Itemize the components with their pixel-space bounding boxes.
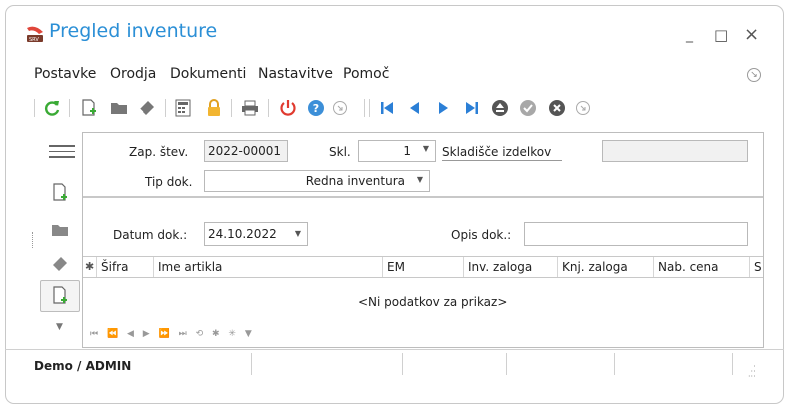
- col-sifra[interactable]: Šifra: [97, 257, 154, 277]
- opis-label: Opis dok.:: [451, 228, 512, 242]
- close-button[interactable]: ×: [744, 24, 759, 45]
- last-record-icon[interactable]: [461, 96, 483, 120]
- tip-select[interactable]: Redna inventura ▼: [204, 170, 430, 192]
- datum-label: Datum dok.:: [113, 228, 188, 242]
- zap-field[interactable]: 2022-00001: [204, 140, 288, 162]
- col-nab-cena[interactable]: Nab. cena: [654, 257, 750, 277]
- prev-record-icon[interactable]: [404, 96, 426, 120]
- chevron-down-icon: ▼: [294, 229, 301, 238]
- svg-text:?: ?: [313, 102, 319, 115]
- zap-label: Zap. štev.: [129, 145, 189, 159]
- help-icon[interactable]: ?: [305, 96, 327, 120]
- collapse-ribbon-icon[interactable]: ↘: [747, 68, 761, 82]
- print-icon[interactable]: [239, 96, 261, 120]
- folder-icon[interactable]: [51, 222, 69, 242]
- tip-label: Tip dok.: [145, 175, 193, 189]
- col-em[interactable]: EM: [383, 257, 464, 277]
- menu-pomoc[interactable]: Pomoč: [343, 66, 389, 82]
- opis-field[interactable]: [524, 222, 748, 246]
- col-knj-zaloga[interactable]: Knj. zaloga: [558, 257, 654, 277]
- chevron-down-icon[interactable]: ▼: [56, 322, 63, 332]
- skl-name: Skladišče izdelkov: [442, 145, 562, 161]
- col-ime-artikla[interactable]: Ime artikla: [154, 257, 383, 277]
- cancel-icon[interactable]: [546, 96, 568, 120]
- maximize-button[interactable]: □: [714, 26, 728, 44]
- new-doc-icon[interactable]: [52, 183, 68, 207]
- menu-dokumenti[interactable]: Dokumenti: [170, 66, 246, 82]
- refresh-icon[interactable]: [41, 96, 63, 120]
- new-doc-icon[interactable]: [79, 96, 99, 120]
- col-s[interactable]: S: [750, 257, 763, 277]
- empty-grid-text: <Ni podatkov za prikaz>: [358, 295, 508, 309]
- lock-icon[interactable]: [203, 96, 225, 120]
- window-title: Pregled inventure: [49, 20, 218, 42]
- skl-select[interactable]: 1 ▼: [358, 140, 436, 162]
- eraser-icon[interactable]: [136, 96, 158, 120]
- first-record-icon[interactable]: [376, 96, 398, 120]
- menu-nastavitve[interactable]: Nastavitve: [258, 66, 333, 82]
- skl-extra-field[interactable]: [602, 140, 748, 162]
- eject-icon[interactable]: [489, 96, 511, 120]
- hamburger-menu-icon[interactable]: [49, 143, 75, 158]
- datum-picker[interactable]: 24.10.2022 ▼: [204, 222, 308, 246]
- power-icon[interactable]: [277, 96, 299, 120]
- app-logo-icon: SRV: [25, 24, 45, 44]
- chevron-down-icon: ▼: [422, 144, 429, 153]
- minimize-button[interactable]: _: [686, 27, 693, 43]
- resize-grip-icon[interactable]: · ·· ···: [748, 363, 756, 381]
- skl-label: Skl.: [329, 145, 351, 159]
- folder-icon[interactable]: [108, 96, 130, 120]
- new-item-button[interactable]: [40, 280, 80, 312]
- arrow-circle-icon: [329, 96, 351, 120]
- status-user: Demo / ADMIN: [34, 359, 132, 373]
- check-icon[interactable]: [517, 96, 539, 120]
- chevron-down-icon: ▼: [416, 175, 423, 184]
- arrow-circle-icon: [572, 96, 594, 120]
- calculator-icon[interactable]: [172, 96, 194, 120]
- divider: [83, 196, 763, 198]
- menu-orodja[interactable]: Orodja: [110, 66, 156, 82]
- menu-postavke[interactable]: Postavke: [34, 66, 96, 82]
- eraser-icon[interactable]: [51, 255, 69, 277]
- col-inv-zaloga[interactable]: Inv. zaloga: [464, 257, 558, 277]
- row-indicator-icon: ✱: [83, 257, 97, 277]
- grid-navigator[interactable]: ⏮ ⏪ ◀ ▶ ⏩ ⏭ ⟲ ✱ ✳ ▼: [90, 329, 255, 339]
- next-record-icon[interactable]: [432, 96, 454, 120]
- svg-text:SRV: SRV: [29, 37, 39, 43]
